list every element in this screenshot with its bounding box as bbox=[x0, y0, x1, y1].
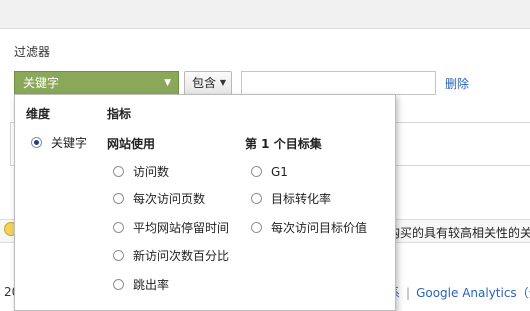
goal-option[interactable]: 每次访问目标价值 bbox=[251, 220, 367, 236]
google-analytics-link[interactable]: Google Analytics（分 bbox=[416, 286, 530, 300]
chevron-down-icon: ▼ bbox=[219, 78, 226, 87]
footer-links: 系|Google Analytics（分 bbox=[388, 284, 530, 301]
group-site-usage-title: 网站使用 bbox=[107, 137, 156, 151]
top-band bbox=[0, 0, 530, 29]
metric-option[interactable]: 每次访问页数 bbox=[113, 191, 205, 207]
goal-option-label: 目标转化率 bbox=[271, 192, 332, 206]
tip-text: 购买的具有较高相关性的关键 bbox=[388, 226, 530, 240]
group-goal-set-title: 第 1 个目标集 bbox=[245, 137, 322, 151]
footer-separator: | bbox=[406, 286, 411, 300]
radio-icon bbox=[251, 193, 262, 204]
metric-option-label: 每次访问页数 bbox=[133, 192, 206, 206]
goal-option[interactable]: G1 bbox=[251, 164, 288, 180]
dimension-metric-panel: 维度 指标 关键字 网站使用 访问数 每次访问页数 平均网站停留时间 新访问次数… bbox=[14, 94, 396, 311]
dimension-select[interactable]: 关键字 ▼ bbox=[14, 71, 179, 95]
goal-option[interactable]: 目标转化率 bbox=[251, 191, 331, 207]
dimension-select-value: 关键字 bbox=[23, 76, 60, 90]
dimension-option-keyword[interactable]: 关键字 bbox=[31, 135, 87, 151]
radio-icon bbox=[113, 193, 124, 204]
goal-option-label: G1 bbox=[271, 165, 288, 179]
metric-option-label: 新访问次数百分比 bbox=[133, 249, 230, 263]
dimension-option-label: 关键字 bbox=[51, 136, 88, 150]
metric-option[interactable]: 跳出率 bbox=[113, 277, 169, 293]
radio-selected-icon bbox=[31, 137, 42, 148]
metric-header: 指标 bbox=[107, 107, 132, 121]
metric-option[interactable]: 平均网站停留时间 bbox=[113, 220, 229, 236]
metric-option-label: 平均网站停留时间 bbox=[133, 221, 230, 235]
goal-option-label: 每次访问目标价值 bbox=[271, 221, 368, 235]
radio-icon bbox=[113, 166, 124, 177]
match-type-dropdown[interactable]: 包含 ▼ bbox=[184, 71, 232, 95]
metric-option-label: 跳出率 bbox=[133, 278, 170, 292]
filter-value-input[interactable] bbox=[241, 71, 436, 95]
radio-icon bbox=[251, 222, 262, 233]
metric-option-label: 访问数 bbox=[133, 165, 170, 179]
dimension-header: 维度 bbox=[26, 107, 51, 121]
metric-option[interactable]: 新访问次数百分比 bbox=[113, 248, 229, 264]
radio-icon bbox=[113, 222, 124, 233]
metric-option[interactable]: 访问数 bbox=[113, 164, 169, 180]
filter-title: 过滤器 bbox=[14, 45, 51, 59]
match-type-label: 包含 bbox=[192, 76, 217, 90]
delete-link[interactable]: 删除 bbox=[445, 75, 469, 92]
radio-icon bbox=[113, 250, 124, 261]
radio-icon bbox=[251, 166, 262, 177]
radio-icon bbox=[113, 279, 124, 290]
chevron-down-icon: ▼ bbox=[164, 78, 171, 88]
